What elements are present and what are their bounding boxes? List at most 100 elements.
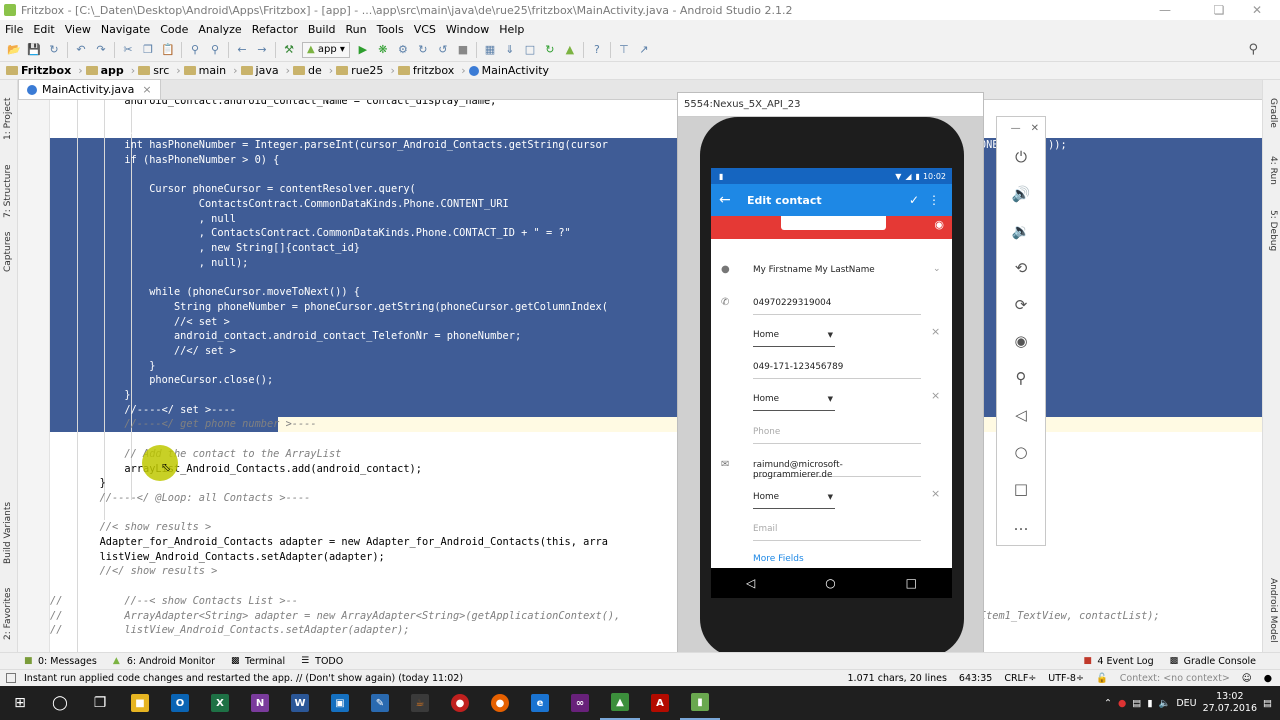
emu-overview-icon[interactable]: □	[997, 470, 1045, 507]
project-structure-icon[interactable]: ▦	[482, 42, 498, 58]
menu-navigate[interactable]: Navigate	[96, 23, 155, 36]
tool-build-variants[interactable]: Build Variants	[3, 502, 13, 564]
attach-debugger-icon[interactable]: ⚙	[395, 42, 411, 58]
tray-record-icon[interactable]: ●	[1118, 698, 1126, 709]
remove-phone2-icon[interactable]: ×	[931, 389, 940, 402]
input-language[interactable]: DEU	[1176, 698, 1196, 709]
tool-android-model[interactable]: Android Model	[1268, 578, 1278, 643]
volume-down-icon[interactable]: 🔉	[997, 213, 1045, 250]
file-explorer-icon[interactable]: ■	[120, 686, 160, 720]
menu-analyze[interactable]: Analyze	[193, 23, 246, 36]
breadcrumb-item[interactable]: MainActivity	[468, 64, 553, 77]
zoom-icon[interactable]: ⚲	[997, 360, 1045, 397]
tray-battery-icon[interactable]: ▮	[1147, 698, 1152, 709]
status-message[interactable]: Instant run applied code changes and res…	[0, 673, 842, 684]
tool-structure[interactable]: 7: Structure	[3, 165, 13, 219]
lock-icon[interactable]: 🔓	[1090, 673, 1114, 684]
emu-close-icon[interactable]: ✕	[1031, 123, 1039, 134]
emu-minimize-icon[interactable]: —	[1011, 123, 1021, 134]
emulator-task-icon[interactable]: ▮	[680, 686, 720, 720]
tool-todo[interactable]: ☰ TODO	[293, 656, 351, 667]
debug-icon[interactable]: ❋	[375, 42, 391, 58]
tool-messages[interactable]: ■ 0: Messages	[0, 656, 105, 667]
breadcrumb-item[interactable]: Fritzbox	[6, 64, 75, 77]
status-line-separator[interactable]: CRLF÷	[998, 673, 1042, 684]
code-editor[interactable]: android_contact.android_contact_Name = c…	[50, 100, 1262, 652]
screenshot-icon[interactable]: ◉	[997, 323, 1045, 360]
menu-tools[interactable]: Tools	[372, 23, 409, 36]
remove-phone1-icon[interactable]: ×	[931, 325, 940, 338]
breadcrumb-item[interactable]: main	[183, 64, 230, 77]
sync-icon[interactable]: ↻	[46, 42, 62, 58]
clock[interactable]: 13:02 27.07.2016	[1203, 691, 1257, 715]
event-icon[interactable]: ●	[1258, 673, 1280, 684]
tool-project[interactable]: 1: Project	[3, 98, 13, 140]
phone1-field[interactable]: 04970229319004	[753, 295, 921, 315]
emu-back-icon[interactable]: ◁	[997, 397, 1045, 434]
onenote-icon[interactable]: N	[240, 686, 280, 720]
gradle-sync-icon[interactable]: ↻	[542, 42, 558, 58]
phone1-type-dropdown[interactable]: Home ▼	[753, 327, 835, 347]
tool-terminal[interactable]: ▩ Terminal	[223, 656, 293, 667]
sdk-manager-icon[interactable]: ⇓	[502, 42, 518, 58]
firefox-icon[interactable]: ●	[480, 686, 520, 720]
menu-window[interactable]: Window	[441, 23, 494, 36]
visual-studio-icon[interactable]: ∞	[560, 686, 600, 720]
tool-debug[interactable]: 5: Debug	[1268, 210, 1278, 251]
breadcrumb-item[interactable]: de	[293, 64, 326, 77]
redo-icon[interactable]: ↷	[93, 42, 109, 58]
status-encoding[interactable]: UTF-8÷	[1042, 673, 1090, 684]
avd-manager-icon[interactable]: □	[522, 42, 538, 58]
email-placeholder-field[interactable]: Email	[753, 521, 921, 541]
rerun-icon[interactable]: ↺	[435, 42, 451, 58]
remove-email-icon[interactable]: ×	[931, 487, 940, 500]
status-caret-position[interactable]: 643:35	[953, 673, 998, 684]
nav-back-icon[interactable]: ◁	[746, 576, 755, 590]
minimize-button[interactable]: —	[1142, 0, 1188, 20]
tool-captures[interactable]: Captures	[3, 232, 13, 272]
tray-speaker-icon[interactable]: 🔈	[1158, 698, 1170, 709]
more-fields-link[interactable]: More Fields	[753, 554, 804, 564]
tool-gradle[interactable]: Gradle	[1268, 98, 1278, 128]
menu-vcs[interactable]: VCS	[409, 23, 441, 36]
email-field[interactable]: raimund@microsoft-programmierer.de	[753, 457, 921, 480]
run-icon[interactable]: ▶	[355, 42, 371, 58]
volume-up-icon[interactable]: 🔊	[997, 176, 1045, 213]
android-studio-task-icon[interactable]: ▲	[600, 686, 640, 720]
phone2-type-dropdown[interactable]: Home ▼	[753, 391, 835, 411]
breadcrumb-item[interactable]: fritzbox	[397, 64, 458, 77]
phone-placeholder-field[interactable]: Phone	[753, 424, 921, 444]
help-icon[interactable]: ?	[589, 42, 605, 58]
outlook-icon[interactable]: O	[160, 686, 200, 720]
breadcrumb-item[interactable]: rue25	[336, 64, 387, 77]
copy-icon[interactable]: ❐	[140, 42, 156, 58]
cut-icon[interactable]: ✂	[120, 42, 136, 58]
java-icon[interactable]: ☕	[400, 686, 440, 720]
task-view-icon[interactable]: ❐	[80, 686, 120, 720]
notification-center-icon[interactable]: ▤	[1263, 698, 1272, 709]
excel-icon[interactable]: X	[200, 686, 240, 720]
tool-gradle-console[interactable]: ▩ Gradle Console	[1162, 656, 1280, 667]
menu-refactor[interactable]: Refactor	[247, 23, 303, 36]
replace-icon[interactable]: ⚲	[207, 42, 223, 58]
save-icon[interactable]: 💾	[26, 42, 42, 58]
pdf-icon[interactable]: A	[640, 686, 680, 720]
camera-icon[interactable]: ◉	[934, 218, 944, 231]
stop-icon[interactable]: ■	[455, 42, 471, 58]
edge-icon[interactable]: e	[520, 686, 560, 720]
tool-windows-icon[interactable]	[6, 673, 16, 683]
phone2-field[interactable]: 049-171-123456789	[753, 359, 921, 379]
run-config-select[interactable]: ▲ app ▾	[302, 41, 350, 58]
search-circle-icon[interactable]: ◯	[40, 686, 80, 720]
rotate-right-icon[interactable]: ⟳	[997, 286, 1045, 323]
word-icon[interactable]: W	[280, 686, 320, 720]
close-button[interactable]: ✕	[1234, 0, 1280, 20]
tray-network-icon[interactable]: ▤	[1132, 698, 1141, 709]
expand-name-icon[interactable]: ⌄	[933, 264, 941, 274]
record-icon[interactable]: ●	[440, 686, 480, 720]
find-icon[interactable]: ⚲	[187, 42, 203, 58]
menu-build[interactable]: Build	[303, 23, 341, 36]
menu-run[interactable]: Run	[341, 23, 372, 36]
close-tab-icon[interactable]: ×	[142, 83, 151, 96]
forward-icon[interactable]: →	[254, 42, 270, 58]
